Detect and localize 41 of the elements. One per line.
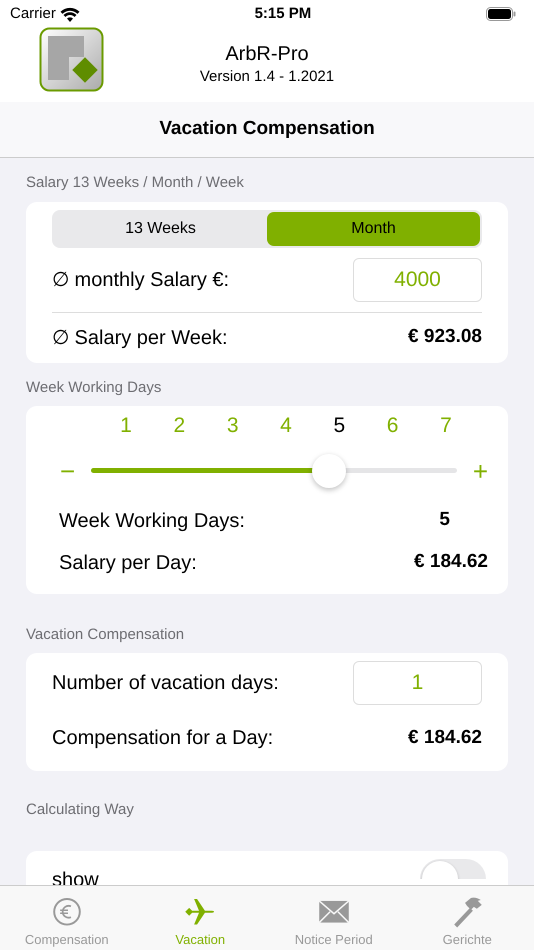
section-header: Vacation Compensation — [26, 626, 184, 642]
slider-thumb[interactable] — [312, 454, 346, 488]
row-label: Number of vacation days: — [52, 671, 279, 696]
row-label: Salary per Day: — [59, 550, 197, 576]
row-value: € 184.62 — [414, 550, 488, 574]
day-number[interactable]: 4 — [266, 410, 306, 442]
day-number[interactable]: 3 — [212, 410, 253, 442]
plus-button[interactable]: + — [472, 458, 488, 484]
section-header: Calculating Way — [26, 801, 134, 818]
carrier-label: Carrier — [10, 4, 56, 24]
tab-bar-item[interactable]: Gerichte — [400, 886, 534, 950]
input-field[interactable]: 1 — [353, 661, 482, 705]
row-label: ∅ monthly Salary €: — [52, 268, 230, 292]
time-label: 5:15 PM — [254, 4, 312, 24]
row-label: Compensation for a Day: — [52, 726, 274, 751]
row-label: Week Working Days: — [59, 508, 245, 534]
section-header: Salary 13 Weeks / Month / Week — [26, 174, 244, 191]
row-value: € 184.62 — [408, 726, 482, 750]
day-number[interactable]: 1 — [106, 410, 146, 442]
tab-bar-item[interactable]: Notice Period — [267, 886, 400, 950]
day-number[interactable]: 7 — [426, 410, 466, 442]
day-number[interactable]: 2 — [159, 410, 200, 442]
wifi-icon — [60, 6, 80, 22]
row-value: 5 — [439, 508, 450, 532]
version-label: Version 1.4 - 1.2021 — [200, 68, 334, 84]
toggle-switch[interactable] — [420, 858, 486, 878]
app-name: ArbR-Pro — [225, 42, 309, 66]
segment-tab[interactable]: Month — [267, 212, 480, 246]
day-number[interactable]: 6 — [372, 410, 413, 442]
row-label: ∅ Salary per Week: — [52, 326, 228, 350]
segment-tab[interactable]: 13 Weeks — [54, 212, 267, 246]
row-value: € 923.08 — [408, 325, 482, 350]
day-number[interactable]: 5 — [319, 410, 360, 442]
input-field[interactable]: 4000 — [353, 258, 482, 302]
minus-button[interactable]: − — [60, 458, 76, 484]
nav-title: Vacation Compensation — [159, 117, 375, 142]
tab-bar-item[interactable]: Compensation — [0, 886, 134, 950]
app-logo-icon — [39, 27, 104, 92]
battery-icon — [486, 7, 516, 21]
section-header: Week Working Days — [26, 378, 162, 396]
tab-bar-item[interactable]: Vacation — [134, 886, 267, 950]
